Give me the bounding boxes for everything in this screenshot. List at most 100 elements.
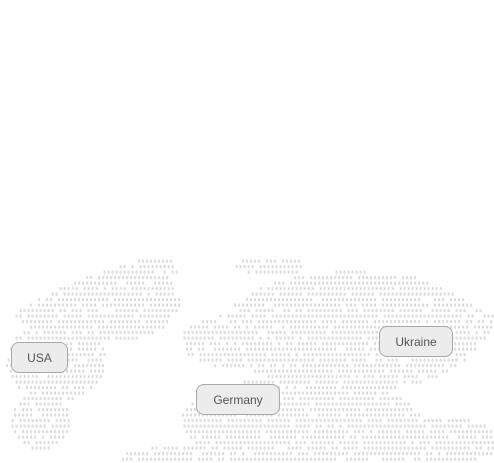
map-dot	[223, 424, 226, 428]
map-dot	[186, 457, 189, 461]
map-dot	[290, 347, 293, 351]
map-dot	[379, 292, 382, 296]
map-dot	[362, 369, 365, 373]
map-dot	[190, 452, 193, 456]
map-dot	[355, 287, 358, 291]
map-dot	[323, 380, 326, 384]
map-dot	[371, 402, 374, 406]
map-dot	[479, 446, 482, 450]
map-dot	[315, 309, 318, 313]
map-dot	[67, 314, 70, 318]
map-dot	[454, 457, 457, 461]
map-dot	[258, 298, 261, 302]
map-dot	[31, 446, 34, 450]
map-dot	[327, 402, 330, 406]
map-dot	[323, 441, 326, 445]
map-dot	[383, 314, 386, 318]
map-dot	[346, 281, 349, 285]
map-dot	[278, 320, 281, 324]
map-dot	[63, 314, 66, 318]
map-dot	[310, 369, 313, 373]
map-dot	[130, 452, 133, 456]
map-dot	[295, 402, 298, 406]
map-dot	[279, 441, 282, 445]
map-dot	[199, 419, 202, 423]
map-dot	[411, 358, 414, 362]
country-label-usa[interactable]: USA	[11, 342, 68, 373]
map-dot	[287, 446, 290, 450]
map-dot	[315, 424, 318, 428]
map-dot	[334, 413, 337, 417]
map-dot	[454, 347, 457, 351]
map-dot	[119, 292, 122, 296]
map-dot	[286, 303, 289, 307]
map-dot	[298, 430, 301, 434]
map-dot	[370, 430, 373, 434]
map-dot	[371, 380, 374, 384]
map-dot	[219, 358, 222, 362]
map-dot	[459, 336, 462, 340]
map-dot	[362, 435, 365, 439]
map-dot	[427, 314, 430, 318]
map-dot	[187, 353, 190, 357]
map-dot	[459, 446, 462, 450]
map-dot	[247, 265, 250, 269]
map-dot	[166, 281, 169, 285]
map-dot	[371, 446, 374, 450]
map-dot	[383, 292, 386, 296]
map-dot	[75, 380, 78, 384]
map-dot	[294, 457, 297, 461]
map-dot	[306, 386, 309, 390]
map-dot	[458, 320, 461, 324]
map-dot	[294, 408, 297, 412]
map-dot	[230, 320, 233, 324]
map-dot	[402, 408, 405, 412]
map-dot	[407, 446, 410, 450]
map-dot	[346, 408, 349, 412]
map-dot	[246, 303, 249, 307]
map-dot	[458, 347, 461, 351]
map-dot	[282, 364, 285, 368]
map-dot	[215, 446, 218, 450]
map-dot	[450, 320, 453, 324]
map-dot	[386, 276, 389, 280]
map-dot	[387, 419, 390, 423]
map-dot	[71, 287, 74, 291]
map-dot	[14, 413, 17, 417]
world-map-stage: USA Germany Ukraine	[0, 0, 494, 463]
map-dot	[166, 259, 169, 263]
map-dot	[370, 435, 373, 439]
map-dot	[43, 314, 46, 318]
map-dot	[327, 336, 330, 340]
country-label-germany[interactable]: Germany	[196, 384, 280, 415]
map-dot	[15, 380, 18, 384]
map-dot	[307, 419, 310, 423]
map-dot	[87, 309, 90, 313]
map-dot	[363, 331, 366, 335]
map-dot	[347, 331, 350, 335]
map-dot	[355, 353, 358, 357]
map-dot	[434, 369, 437, 373]
map-dot	[51, 380, 54, 384]
map-dot	[194, 342, 197, 346]
map-dot	[343, 441, 346, 445]
map-dot	[443, 358, 446, 362]
map-dot	[383, 441, 386, 445]
map-dot	[314, 457, 317, 461]
map-dot	[202, 457, 205, 461]
map-dot	[135, 331, 138, 335]
map-dot	[310, 320, 313, 324]
map-dot	[427, 441, 430, 445]
map-dot	[191, 402, 194, 406]
map-dot	[314, 435, 317, 439]
map-dot	[383, 446, 386, 450]
map-dot	[267, 375, 270, 379]
map-dot	[455, 358, 458, 362]
map-dot	[491, 314, 494, 318]
map-dot	[178, 303, 181, 307]
map-dot	[302, 452, 305, 456]
map-dot	[458, 452, 461, 456]
country-label-ukraine[interactable]: Ukraine	[379, 326, 453, 357]
map-dot	[246, 430, 249, 434]
map-dot	[366, 320, 369, 324]
